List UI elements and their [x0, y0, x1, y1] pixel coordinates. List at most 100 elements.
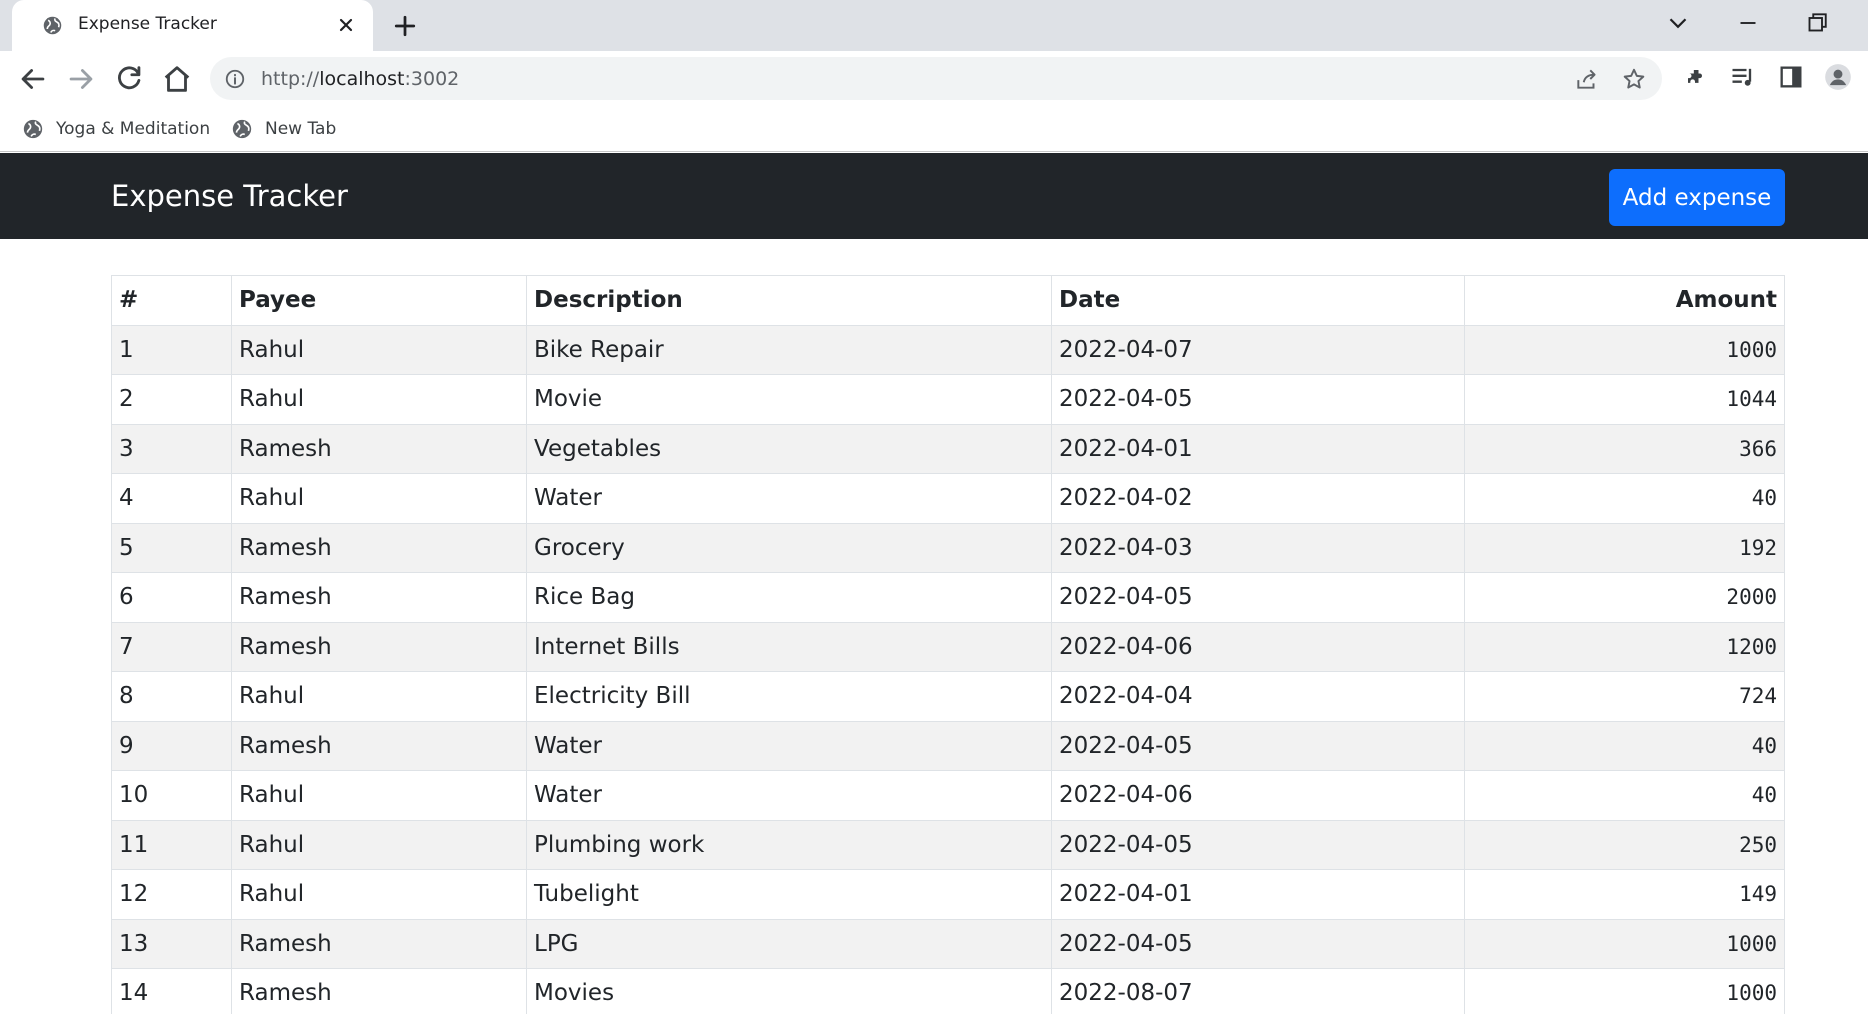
cell-description: Rice Bag	[526, 572, 1052, 623]
table-row: 4 Rahul Water 2022-04-02 40	[111, 473, 1785, 524]
globe-icon	[23, 119, 43, 139]
cell-number: 3	[111, 423, 232, 474]
cell-description: Vegetables	[526, 423, 1052, 474]
cell-amount: 1200	[1464, 621, 1785, 672]
reload-icon[interactable]	[112, 62, 146, 96]
table-row: 14 Ramesh Movies 2022-08-07 1000	[111, 968, 1785, 1014]
cell-amount: 250	[1464, 819, 1785, 870]
cell-amount: 1000	[1464, 918, 1785, 969]
expense-table: # Payee Description Date Amount 1 Rahul Bi…	[111, 275, 1785, 1014]
cell-amount: 1044	[1464, 374, 1785, 425]
browser-tab-active[interactable]: Expense Tracker	[12, 0, 373, 51]
cell-description: LPG	[526, 918, 1052, 969]
cell-description: Tubelight	[526, 869, 1052, 920]
cell-number: 2	[111, 374, 232, 425]
expense-table-container: # Payee Description Date Amount 1 Rahul Bi…	[111, 275, 1785, 1014]
cell-amount: 40	[1464, 770, 1785, 821]
cell-amount: 40	[1464, 473, 1785, 524]
cell-payee: Ramesh	[231, 621, 527, 672]
bookmark-star-icon[interactable]	[1621, 66, 1647, 92]
forward-icon[interactable]	[64, 62, 98, 96]
cell-amount: 366	[1464, 423, 1785, 474]
cell-number: 10	[111, 770, 232, 821]
browser-toolbar: http://localhost:3002	[0, 51, 1868, 106]
cell-date: 2022-04-02	[1051, 473, 1465, 524]
cell-number: 12	[111, 869, 232, 920]
add-expense-button[interactable]: Add expense	[1609, 169, 1785, 226]
bookmark-yoga[interactable]: Yoga & Meditation	[22, 114, 210, 144]
cell-description: Water	[526, 473, 1052, 524]
cell-description: Water	[526, 720, 1052, 771]
url-host: localhost	[319, 68, 405, 90]
header-payee: Payee	[231, 275, 527, 326]
table-row: 2 Rahul Movie 2022-04-05 1044	[111, 374, 1785, 425]
cell-description: Grocery	[526, 522, 1052, 573]
cell-amount: 149	[1464, 869, 1785, 920]
cell-description: Electricity Bill	[526, 671, 1052, 722]
cell-payee: Ramesh	[231, 423, 527, 474]
table-row: 8 Rahul Electricity Bill 2022-04-04 724	[111, 671, 1785, 722]
cell-date: 2022-04-05	[1051, 572, 1465, 623]
app-brand[interactable]: Expense Tracker	[111, 179, 348, 213]
cell-payee: Rahul	[231, 819, 527, 870]
cell-date: 2022-04-05	[1051, 819, 1465, 870]
cell-date: 2022-04-07	[1051, 324, 1465, 375]
app-navbar: Expense Tracker Add expense	[0, 153, 1868, 239]
table-row: 12 Rahul Tubelight 2022-04-01 149	[111, 869, 1785, 920]
site-info-icon[interactable]	[224, 68, 246, 90]
cell-number: 13	[111, 918, 232, 969]
cell-payee: Ramesh	[231, 522, 527, 573]
table-row: 3 Ramesh Vegetables 2022-04-01 366	[111, 423, 1785, 474]
bookmarks-bar: Yoga & Meditation New Tab	[0, 106, 1868, 152]
back-icon[interactable]	[16, 62, 50, 96]
cell-date: 2022-04-05	[1051, 720, 1465, 771]
cell-number: 5	[111, 522, 232, 573]
table-row: 6 Ramesh Rice Bag 2022-04-05 2000	[111, 572, 1785, 623]
cell-number: 14	[111, 968, 232, 1014]
bookmark-label: New Tab	[265, 119, 337, 139]
cell-description: Internet Bills	[526, 621, 1052, 672]
new-tab-icon[interactable]	[390, 11, 420, 41]
cell-number: 8	[111, 671, 232, 722]
cell-payee: Rahul	[231, 324, 527, 375]
cell-amount: 1000	[1464, 968, 1785, 1014]
side-panel-icon[interactable]	[1777, 63, 1805, 91]
restore-icon[interactable]	[1800, 8, 1834, 38]
url-port: :3002	[404, 68, 460, 90]
header-description: Description	[526, 275, 1052, 326]
url-text[interactable]: http://localhost:3002	[261, 68, 459, 90]
header-date: Date	[1051, 275, 1465, 326]
cell-description: Plumbing work	[526, 819, 1052, 870]
minimize-icon[interactable]	[1731, 8, 1765, 38]
share-icon[interactable]	[1574, 66, 1600, 92]
extensions-icon[interactable]	[1681, 63, 1709, 91]
cell-amount: 192	[1464, 522, 1785, 573]
profile-avatar-icon[interactable]	[1824, 63, 1852, 91]
table-row: 10 Rahul Water 2022-04-06 40	[111, 770, 1785, 821]
cell-description: Movies	[526, 968, 1052, 1014]
home-icon[interactable]	[160, 62, 194, 96]
bookmark-label: Yoga & Meditation	[56, 119, 211, 139]
cell-date: 2022-04-06	[1051, 621, 1465, 672]
cell-payee: Rahul	[231, 473, 527, 524]
cell-date: 2022-04-05	[1051, 374, 1465, 425]
address-bar[interactable]: http://localhost:3002	[210, 57, 1662, 100]
cell-number: 4	[111, 473, 232, 524]
cell-number: 1	[111, 324, 232, 375]
cell-number: 6	[111, 572, 232, 623]
cell-date: 2022-08-07	[1051, 968, 1465, 1014]
cell-payee: Ramesh	[231, 968, 527, 1014]
cell-payee: Rahul	[231, 374, 527, 425]
cell-description: Bike Repair	[526, 324, 1052, 375]
cell-date: 2022-04-03	[1051, 522, 1465, 573]
table-row: 5 Ramesh Grocery 2022-04-03 192	[111, 522, 1785, 573]
cell-description: Movie	[526, 374, 1052, 425]
table-row: 7 Ramesh Internet Bills 2022-04-06 1200	[111, 621, 1785, 672]
tab-search-icon[interactable]	[1661, 8, 1695, 38]
globe-icon	[43, 16, 62, 35]
url-scheme: http://	[261, 68, 320, 90]
bookmark-new-tab[interactable]: New Tab	[231, 114, 336, 144]
cell-amount: 2000	[1464, 572, 1785, 623]
close-tab-icon[interactable]	[334, 13, 358, 37]
media-control-icon[interactable]	[1729, 63, 1757, 91]
